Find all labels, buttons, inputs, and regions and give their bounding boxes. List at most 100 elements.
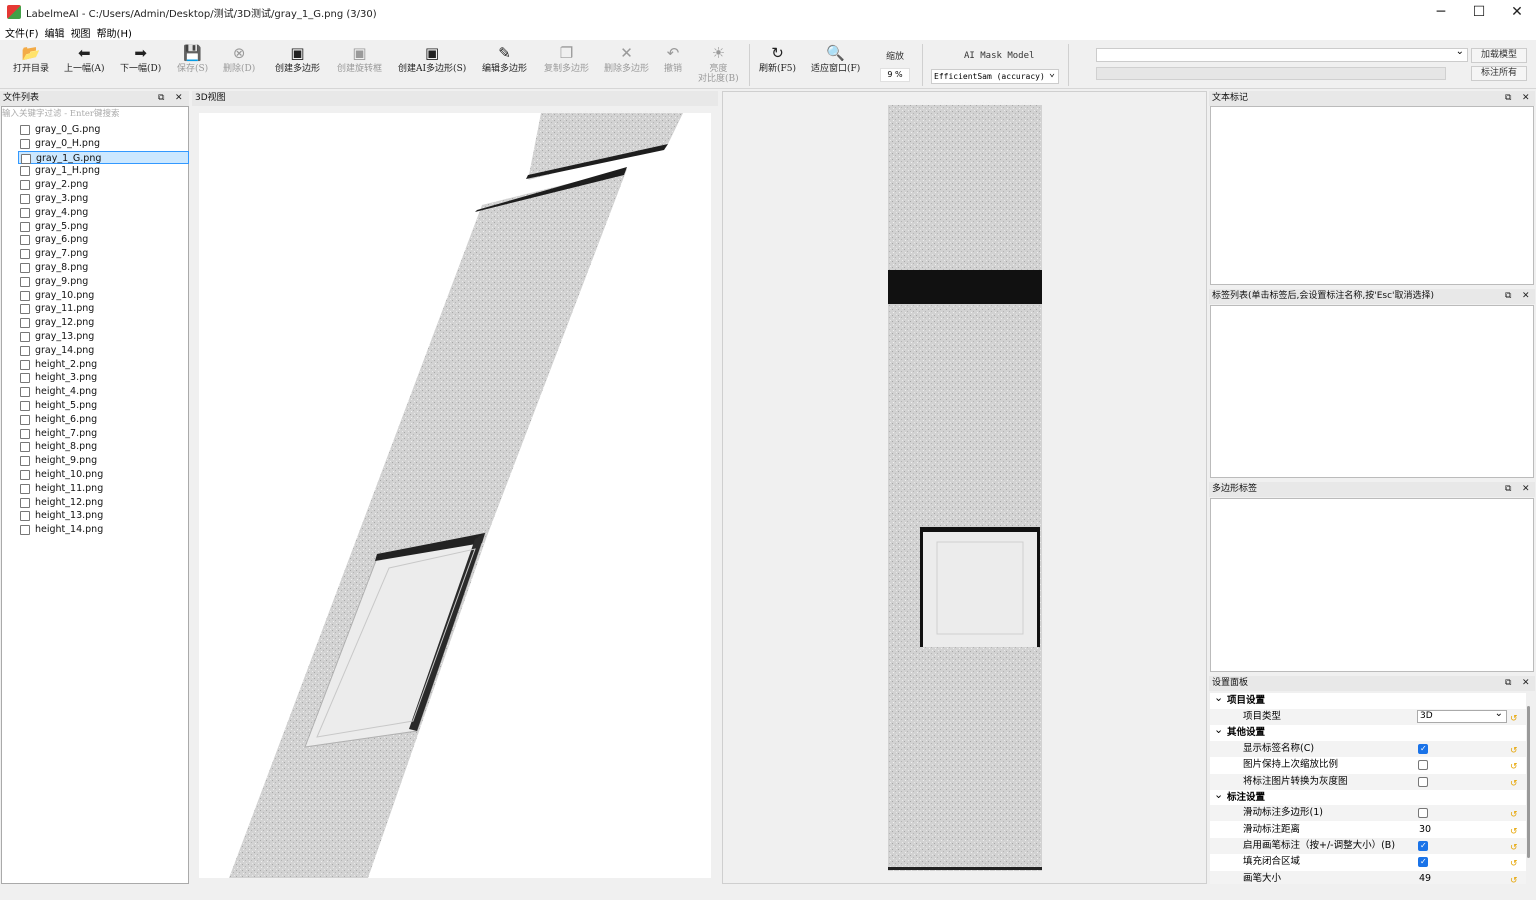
- project-type-select[interactable]: 3D: [1417, 708, 1507, 723]
- settings-group-annotation[interactable]: 标注设置: [1210, 787, 1526, 806]
- toolbar-button-9[interactable]: ❐ 复制多边形: [544, 44, 589, 86]
- file-checkbox[interactable]: [20, 359, 30, 370]
- file-list-item[interactable]: height_2.png: [18, 358, 189, 371]
- file-list-item[interactable]: height_10.png: [18, 468, 189, 481]
- file-checkbox[interactable]: [20, 511, 30, 522]
- toolbar-button-5[interactable]: ▣ 创建多边形: [275, 44, 320, 86]
- file-list-item[interactable]: gray_14.png: [18, 344, 189, 357]
- file-list-item[interactable]: gray_7.png: [18, 247, 189, 260]
- slide-polygon-checkbox[interactable]: [1418, 808, 1428, 818]
- file-checkbox[interactable]: [20, 470, 30, 480]
- file-list-item[interactable]: gray_11.png: [18, 302, 189, 315]
- file-checkbox[interactable]: [20, 414, 30, 425]
- toolbar-button-3[interactable]: 💾 保存(S): [177, 44, 208, 86]
- file-checkbox[interactable]: [20, 249, 30, 260]
- brush-size-input[interactable]: 49: [1419, 871, 1431, 884]
- file-list-item[interactable]: gray_0_G.png: [18, 123, 189, 136]
- file-list-item[interactable]: height_7.png: [18, 427, 189, 440]
- file-list-item[interactable]: gray_3.png: [18, 192, 189, 205]
- reset-icon[interactable]: ↺: [1510, 807, 1518, 823]
- ai-model-select[interactable]: EfficientSam (accuracy): [931, 67, 1059, 84]
- file-checkbox[interactable]: [20, 263, 30, 273]
- toolbar-button-6[interactable]: ▣ 创建旋转框: [337, 44, 382, 86]
- menu-help[interactable]: 帮助(H): [96, 25, 137, 40]
- file-list-item[interactable]: height_6.png: [18, 413, 189, 426]
- file-checkbox[interactable]: [21, 153, 31, 164]
- image-canvas[interactable]: [722, 91, 1207, 884]
- file-list-item[interactable]: gray_8.png: [18, 261, 189, 274]
- file-checkbox[interactable]: [20, 318, 30, 329]
- float-icon[interactable]: ⧉: [1505, 91, 1511, 106]
- file-checkbox[interactable]: [20, 125, 30, 135]
- float-icon[interactable]: ⧉: [1505, 482, 1511, 497]
- file-checkbox[interactable]: [20, 276, 30, 287]
- slide-distance-input[interactable]: 30: [1419, 822, 1431, 838]
- file-list-item[interactable]: gray_1_H.png: [18, 164, 189, 177]
- toolbar-button-7[interactable]: ▣ 创建AI多边形(S): [398, 44, 466, 86]
- close-window-button[interactable]: ✕: [1498, 0, 1536, 24]
- zoom-spinbox[interactable]: 9 %: [880, 68, 910, 82]
- float-icon[interactable]: ⧉: [1505, 289, 1511, 304]
- toolbar-button-13[interactable]: ↻ 刷新(F5): [759, 44, 796, 86]
- file-list-item[interactable]: height_4.png: [18, 385, 189, 398]
- settings-group-other[interactable]: 其他设置: [1210, 722, 1526, 741]
- model-path-combo[interactable]: [1096, 46, 1468, 62]
- reset-icon[interactable]: ↺: [1510, 856, 1518, 872]
- file-list-item[interactable]: gray_4.png: [18, 206, 189, 219]
- text-label-editor[interactable]: [1210, 106, 1534, 285]
- close-icon[interactable]: ✕: [1522, 91, 1530, 106]
- to-gray-checkbox[interactable]: [1418, 777, 1428, 787]
- file-checkbox[interactable]: [20, 207, 30, 218]
- file-checkbox[interactable]: [20, 304, 30, 315]
- close-icon[interactable]: ✕: [1522, 289, 1530, 304]
- toolbar-button-2[interactable]: ➡ 下一幅(D): [120, 44, 161, 86]
- toolbar-button-11[interactable]: ↶ 撤销: [664, 44, 682, 86]
- file-list-item[interactable]: gray_13.png: [18, 330, 189, 343]
- maximize-button[interactable]: ☐: [1460, 0, 1498, 24]
- file-list-item[interactable]: height_8.png: [18, 440, 189, 453]
- reset-icon[interactable]: ↺: [1510, 759, 1518, 775]
- file-checkbox[interactable]: [20, 483, 30, 494]
- file-list-item[interactable]: gray_9.png: [18, 275, 189, 288]
- file-checkbox[interactable]: [20, 442, 30, 453]
- settings-scrollbar[interactable]: [1527, 706, 1530, 858]
- file-checkbox[interactable]: [20, 166, 30, 177]
- file-checkbox[interactable]: [20, 290, 30, 301]
- file-list-item[interactable]: gray_2.png: [18, 178, 189, 191]
- file-list-item[interactable]: gray_10.png: [18, 289, 189, 302]
- file-list-item[interactable]: height_3.png: [18, 371, 189, 384]
- reset-icon[interactable]: ↺: [1510, 873, 1518, 884]
- float-icon[interactable]: ⧉: [1505, 676, 1511, 691]
- file-list-item[interactable]: gray_1_G.png: [18, 150, 189, 164]
- keep-zoom-checkbox[interactable]: [1418, 760, 1428, 770]
- toolbar-button-12[interactable]: ☀ 亮度 对比度(B): [698, 44, 739, 86]
- toolbar-button-0[interactable]: 📂 打开目录: [13, 44, 49, 86]
- toolbar-button-4[interactable]: ⊗ 删除(D): [223, 44, 255, 86]
- close-icon[interactable]: ✕: [1522, 482, 1530, 497]
- load-model-button[interactable]: 加载模型: [1471, 48, 1527, 63]
- menu-edit[interactable]: 编辑: [44, 25, 70, 40]
- file-list-item[interactable]: height_11.png: [18, 482, 189, 495]
- toolbar-button-14[interactable]: 🔍 适应窗口(F): [811, 44, 860, 86]
- file-checkbox[interactable]: [20, 525, 30, 536]
- file-checkbox[interactable]: [20, 373, 30, 384]
- polygon-label-list[interactable]: [1210, 498, 1534, 672]
- file-checkbox[interactable]: [20, 401, 30, 411]
- toolbar-button-1[interactable]: ⬅ 上一幅(A): [64, 44, 105, 86]
- file-checkbox[interactable]: [20, 456, 30, 467]
- menu-file[interactable]: 文件(F): [4, 25, 44, 40]
- file-checkbox[interactable]: [20, 497, 30, 508]
- fill-closed-checkbox[interactable]: [1418, 854, 1428, 870]
- brush-enable-checkbox[interactable]: [1418, 838, 1428, 854]
- file-checkbox[interactable]: [20, 345, 30, 356]
- annotate-all-button[interactable]: 标注所有: [1471, 66, 1527, 81]
- toolbar-button-10[interactable]: ✕ 删除多边形: [604, 44, 649, 86]
- settings-group-project[interactable]: 项目设置: [1210, 693, 1526, 709]
- toolbar-button-8[interactable]: ✎ 编辑多边形: [482, 44, 527, 86]
- file-filter-input[interactable]: 输入关键字过滤 - Enter键搜索: [2, 107, 119, 119]
- file-checkbox[interactable]: [20, 221, 30, 232]
- file-list-item[interactable]: height_12.png: [18, 496, 189, 509]
- float-icon[interactable]: ⧉: [158, 91, 164, 106]
- file-checkbox[interactable]: [20, 332, 30, 342]
- file-list-item[interactable]: height_5.png: [18, 399, 189, 412]
